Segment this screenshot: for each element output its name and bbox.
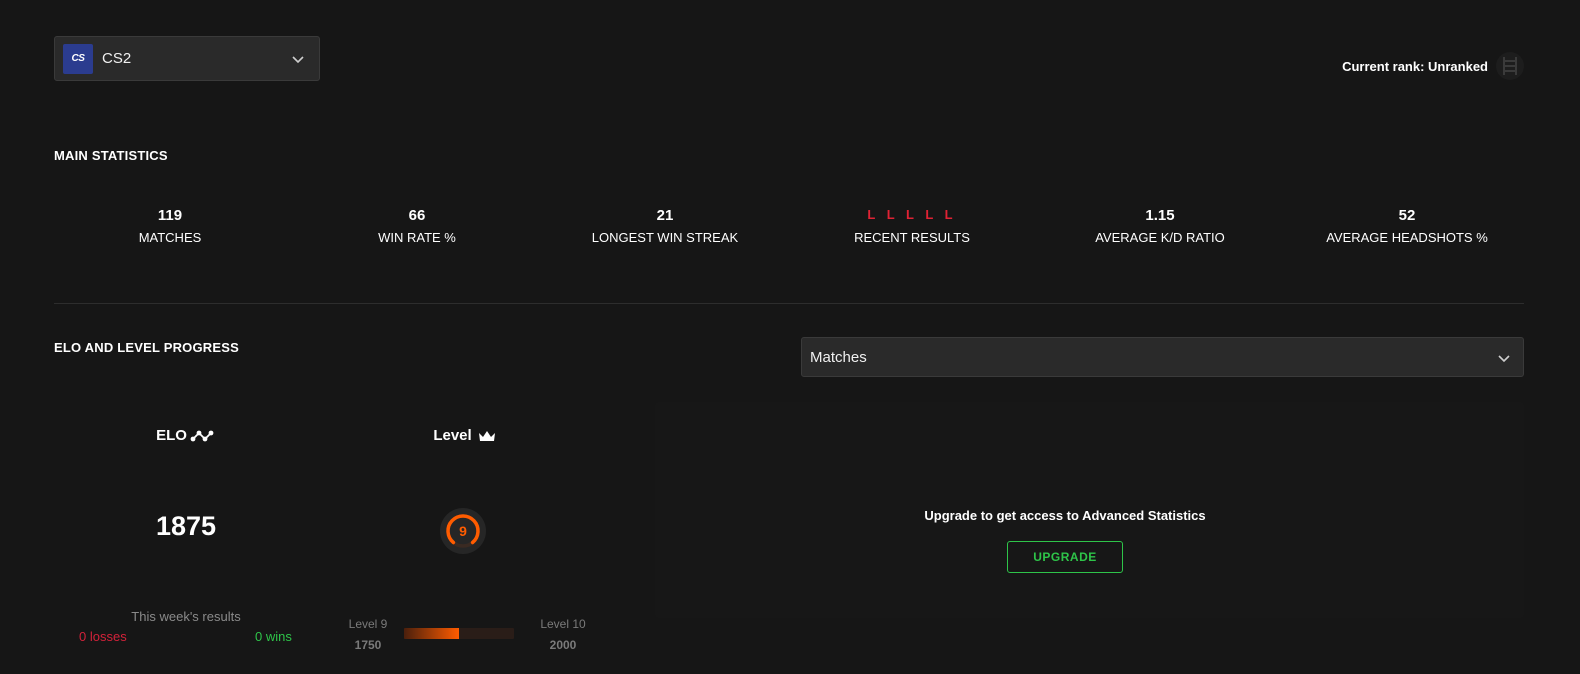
stat-average-headshots: 52 AVERAGE HEADSHOTS % (1287, 207, 1527, 245)
recent-results-value: L L L L L (867, 207, 957, 222)
stat-matches: 119 MATCHES (50, 207, 290, 245)
current-rank-text: Current rank: Unranked (1342, 58, 1488, 74)
elo-value: 1875 (155, 511, 217, 541)
cs2-logo-icon: CS (63, 43, 93, 74)
weekly-results-title: This week's results (131, 609, 241, 624)
level-number: 9 (459, 523, 467, 539)
stat-win-rate: 66 WIN RATE % (297, 207, 537, 245)
stat-value: 21 (656, 207, 674, 224)
advanced-stats-upgrade-panel: Upgrade to get access to Advanced Statis… (655, 402, 1524, 618)
stat-label: AVERAGE K/D RATIO (1095, 230, 1225, 245)
upgrade-message: Upgrade to get access to Advanced Statis… (924, 508, 1206, 523)
stat-value: 1.15 (1145, 207, 1175, 224)
game-logo-text: CS (71, 53, 85, 64)
stat-label: RECENT RESULTS (854, 230, 970, 245)
level-badge: 9 (440, 508, 486, 554)
chevron-down-icon (1498, 355, 1510, 363)
elo-trend-icon (190, 430, 214, 441)
stat-longest-win-streak: 21 LONGEST WIN STREAK (545, 207, 785, 245)
stat-label: AVERAGE HEADSHOTS % (1326, 230, 1488, 245)
elo-header-label: ELO (156, 427, 187, 444)
chevron-down-icon (292, 56, 304, 64)
level-header: Level (400, 427, 530, 444)
stat-value: 66 (408, 207, 426, 224)
weekly-wins: 0 wins (255, 629, 292, 644)
section-divider (54, 303, 1524, 304)
level-to-elo: 2000 (549, 638, 577, 652)
selected-game: CS2 (102, 50, 132, 67)
player-stats-page: CS CS2 Current rank: Unranked MAIN STATI… (0, 0, 1580, 674)
weekly-losses: 0 losses (79, 629, 127, 644)
elo-progress-title: ELO AND LEVEL PROGRESS (54, 340, 239, 355)
unranked-rank-icon (1496, 52, 1524, 80)
stat-value: 119 (157, 207, 183, 224)
progress-range-value: Matches (810, 348, 867, 366)
current-rank: Current rank: Unranked (1342, 52, 1524, 80)
crown-icon (478, 430, 495, 441)
level-from-label: Level 9 (348, 617, 388, 631)
stat-recent-results: L L L L L RECENT RESULTS (792, 207, 1032, 245)
stat-value: 52 (1398, 207, 1416, 224)
level-progress-fill (404, 628, 459, 639)
level-to-label: Level 10 (540, 617, 586, 631)
game-select-dropdown[interactable]: CS CS2 (54, 36, 320, 81)
progress-range-dropdown[interactable]: Matches (801, 337, 1524, 377)
level-from-elo: 1750 (354, 638, 382, 652)
stat-average-kd: 1.15 AVERAGE K/D RATIO (1040, 207, 1280, 245)
stat-label: MATCHES (138, 230, 202, 245)
stat-label: LONGEST WIN STREAK (591, 230, 739, 245)
upgrade-button[interactable]: UPGRADE (1007, 541, 1123, 573)
main-statistics-title: MAIN STATISTICS (54, 148, 168, 163)
stat-label: WIN RATE % (378, 230, 456, 245)
level-header-label: Level (433, 427, 472, 444)
elo-header: ELO (120, 427, 250, 444)
level-progress-bar (404, 628, 514, 639)
